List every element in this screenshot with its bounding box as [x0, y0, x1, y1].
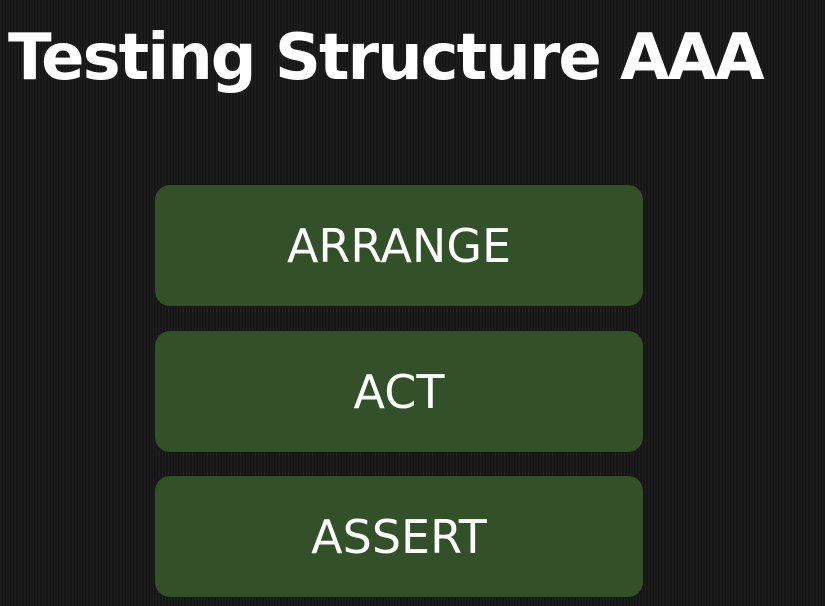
step-box-assert: ASSERT [154, 475, 644, 598]
step-label-assert: ASSERT [311, 509, 487, 564]
slide: Testing Structure AAA ARRANGE ACT ASSERT [0, 0, 825, 606]
step-box-act: ACT [154, 330, 644, 453]
step-label-arrange: ARRANGE [286, 218, 512, 273]
step-label-act: ACT [353, 364, 445, 419]
step-box-arrange: ARRANGE [154, 184, 644, 307]
slide-title: Testing Structure AAA [8, 21, 765, 95]
